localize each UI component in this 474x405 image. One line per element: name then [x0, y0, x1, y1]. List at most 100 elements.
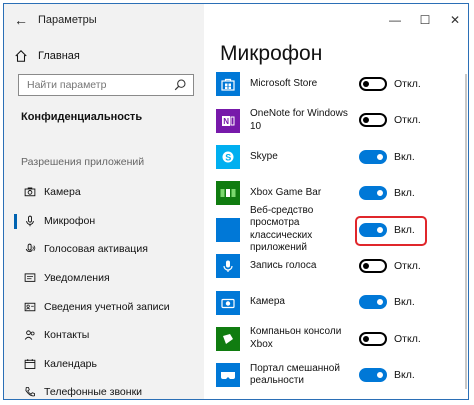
toggle-state: Вкл.	[394, 369, 415, 382]
search-box[interactable]	[18, 74, 194, 96]
window-controls: — ☐ ✕	[380, 4, 468, 36]
microphone-toggle[interactable]	[359, 258, 387, 273]
xbox-companion-icon	[216, 326, 240, 351]
back-arrow-icon[interactable]: ←	[14, 13, 32, 27]
microphone-toggle[interactable]	[359, 222, 387, 237]
skype-icon: S	[216, 144, 240, 169]
calendar-icon	[24, 358, 36, 369]
list-item: Веб-средство просмотра классических прил…	[216, 205, 466, 253]
list-item: Портал смешанной реальности Вкл.	[216, 357, 466, 393]
account-info-icon	[24, 302, 36, 311]
sidebar: ← Параметры Главная Конфиденциальность Р…	[4, 4, 204, 399]
microphone-toggle[interactable]	[359, 295, 387, 310]
app-name: OneNote for Windows 10	[250, 108, 348, 132]
active-indicator	[14, 213, 17, 229]
home-icon	[15, 50, 27, 62]
phone-calls-icon	[25, 387, 35, 397]
sidebar-item-label: Микрофон	[44, 214, 96, 227]
webview-icon	[216, 217, 240, 242]
toggle-state: Откл.	[394, 78, 421, 90]
toggle-knob	[377, 299, 383, 306]
sidebar-item-notifications[interactable]: Уведомления	[4, 264, 204, 293]
xbox-game-bar-icon	[216, 181, 240, 206]
permissions-group-title: Разрешения приложений	[21, 156, 145, 168]
camera-app-icon	[216, 290, 240, 315]
voice-activation-icon	[25, 244, 36, 253]
app-name: Портал смешанной реальности	[250, 362, 340, 387]
list-item: Компаньон консоли Xbox Откл.	[216, 321, 466, 357]
toggle-state: Откл.	[394, 114, 421, 127]
toggle-knob	[363, 262, 369, 269]
toggle-state: Вкл.	[394, 150, 415, 163]
sidebar-item-contacts[interactable]: Контакты	[4, 321, 204, 350]
app-name: Компаньон консоли Xbox	[250, 326, 342, 350]
sidebar-item-label: Камера	[44, 186, 81, 199]
app-name: Запись голоса	[250, 259, 317, 271]
microphone-toggle[interactable]	[359, 149, 387, 164]
list-item: S Skype Вкл.	[216, 139, 466, 175]
app-name: Xbox Game Bar	[250, 187, 322, 199]
microphone-toggle[interactable]	[359, 77, 387, 91]
title-bar: ← Параметры	[4, 4, 204, 36]
svg-text:N: N	[223, 117, 229, 126]
list-item: Microsoft Store Откл.	[216, 66, 466, 102]
microphone-toggle[interactable]	[359, 368, 387, 383]
sidebar-item-label: Голосовая активация	[44, 243, 148, 256]
sidebar-item-label: Контакты	[44, 329, 90, 342]
list-item: Запись голоса Откл.	[216, 248, 466, 284]
toggle-knob	[377, 372, 383, 379]
svg-text:S: S	[225, 152, 231, 162]
app-name: Камера	[250, 296, 285, 308]
contacts-icon	[24, 330, 35, 341]
home-link[interactable]: Главная	[14, 49, 80, 63]
sidebar-item-label: Телефонные звонки	[44, 386, 143, 399]
settings-window: ← Параметры Главная Конфиденциальность Р…	[3, 3, 469, 400]
toggle-state: Вкл.	[394, 187, 415, 200]
onenote-icon: N	[216, 108, 240, 133]
list-item: N OneNote for Windows 10 Откл.	[216, 102, 466, 138]
window-title: Параметры	[38, 14, 97, 26]
page-title: Микрофон	[220, 42, 323, 65]
toggle-state: Вкл.	[394, 223, 415, 236]
app-permissions-list: Microsoft Store Откл. N OneNote for Wind…	[216, 66, 466, 394]
sidebar-item-label: Сведения учетной записи	[44, 300, 170, 313]
microphone-toggle[interactable]	[359, 186, 387, 201]
minimize-button[interactable]: —	[380, 4, 410, 36]
toggle-knob	[363, 81, 369, 87]
scrollbar[interactable]	[465, 74, 467, 389]
sidebar-item-voice-activation[interactable]: Голосовая активация	[4, 235, 204, 264]
toggle-knob	[377, 153, 383, 160]
toggle-state: Откл.	[394, 332, 421, 345]
section-title: Конфиденциальность	[21, 111, 143, 123]
mixed-reality-icon	[216, 363, 240, 388]
sidebar-item-phone-calls[interactable]: Телефонные звонки	[4, 378, 204, 399]
microsoft-store-icon	[216, 72, 240, 97]
close-button[interactable]: ✕	[440, 4, 468, 36]
toggle-state: Откл.	[394, 259, 421, 272]
maximize-button[interactable]: ☐	[410, 4, 440, 36]
sidebar-item-label: Календарь	[44, 357, 97, 370]
sidebar-item-microphone[interactable]: Микрофон	[4, 207, 204, 236]
sidebar-nav: Камера Микрофон Голосовая активация Увед…	[4, 178, 204, 399]
toggle-knob	[363, 335, 369, 342]
microphone-toggle[interactable]	[359, 113, 387, 128]
toggle-knob	[363, 117, 369, 124]
sidebar-item-account-info[interactable]: Сведения учетной записи	[4, 292, 204, 321]
search-icon[interactable]	[173, 78, 187, 92]
toggle-state: Вкл.	[394, 296, 415, 309]
main-pane: — ☐ ✕ Микрофон Microsoft Store Откл. N O…	[204, 4, 468, 399]
microphone-icon	[26, 215, 34, 227]
home-label: Главная	[38, 50, 80, 62]
toggle-knob	[377, 226, 383, 233]
microphone-toggle[interactable]	[359, 331, 387, 346]
voice-recorder-icon	[216, 254, 240, 279]
sidebar-item-calendar[interactable]: Календарь	[4, 350, 204, 379]
toggle-knob	[377, 190, 383, 197]
sidebar-item-label: Уведомления	[44, 272, 110, 285]
search-input[interactable]	[27, 79, 167, 91]
app-name: Microsoft Store	[250, 77, 318, 89]
notifications-icon	[24, 273, 36, 282]
app-name: Skype	[250, 150, 278, 162]
sidebar-item-camera[interactable]: Камера	[4, 178, 204, 207]
camera-icon	[24, 187, 36, 197]
